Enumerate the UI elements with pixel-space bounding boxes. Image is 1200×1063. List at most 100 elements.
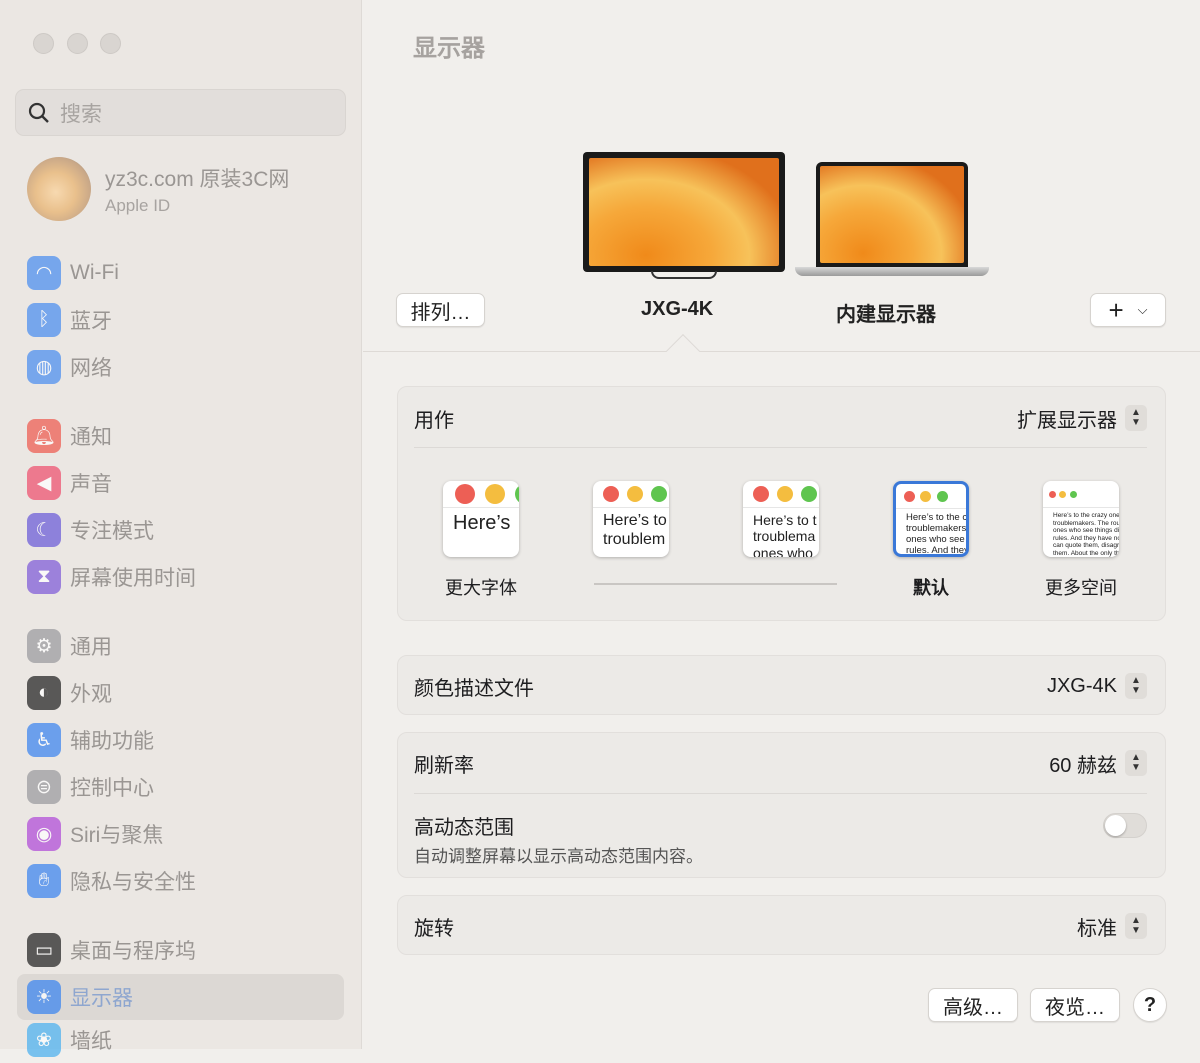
sample-text: Here’s to the crazy one troublemakers. T… xyxy=(1053,512,1119,557)
sidebar-item-label: 辅助功能 xyxy=(70,730,154,753)
external-display-jxg-4k[interactable] xyxy=(583,152,785,272)
color-profile-select[interactable]: JXG-4K ▲ ▼ xyxy=(1047,673,1147,699)
selected-display-pointer xyxy=(666,334,700,368)
sidebar-item[interactable]: ☾ 专注模式 xyxy=(17,507,344,553)
advanced-button[interactable]: 高级… xyxy=(928,988,1018,1022)
divider xyxy=(414,793,1147,794)
plus-icon: + xyxy=(1108,294,1124,325)
laptop-base xyxy=(795,267,989,276)
sidebar-item[interactable]: ▭ 桌面与程序坞 xyxy=(17,927,344,973)
night-shift-button[interactable]: 夜览… xyxy=(1030,988,1120,1022)
sidebar-item[interactable]: ᛒ 蓝牙 xyxy=(17,297,344,343)
resolution-option-label: 默认 xyxy=(913,578,949,598)
hourglass-icon: ⧗ xyxy=(27,560,61,594)
color-profile-label: 颜色描述文件 xyxy=(414,677,534,700)
sidebar-item[interactable]: ⚙ 通用 xyxy=(17,623,344,669)
sidebar-item-label: 隐私与安全性 xyxy=(70,871,196,894)
rotation-select[interactable]: 标准 ▲ ▼ xyxy=(1077,912,1147,941)
sidebar-item-label: Siri与聚焦 xyxy=(70,824,164,847)
hdr-description: 自动调整屏幕以显示高动态范围内容。 xyxy=(414,847,703,866)
sidebar-item[interactable]: ❀ 墙纸 xyxy=(17,1017,344,1063)
sun-icon: ☀ xyxy=(27,980,61,1014)
dot-red xyxy=(1048,490,1056,498)
bell-icon: 🔔︎ xyxy=(27,419,61,453)
dot-green xyxy=(1069,490,1077,498)
rotation-panel: 旋转 标准 ▲ ▼ xyxy=(397,895,1166,955)
globe-icon: ◍ xyxy=(27,350,61,384)
refresh-rate-label: 刷新率 xyxy=(414,754,474,777)
sidebar-item[interactable]: ◐ 外观 xyxy=(17,670,344,716)
arrange-button[interactable]: 排列… xyxy=(396,293,485,327)
resolution-option-label: 更大字体 xyxy=(445,578,517,598)
builtin-display[interactable] xyxy=(816,162,968,267)
chevron-down-icon: ⌵ xyxy=(1137,302,1148,317)
avatar xyxy=(27,157,91,221)
sample-text: Here’s to t troublema ones who xyxy=(753,512,817,557)
monitor-stand xyxy=(651,271,717,279)
zoom-window-button[interactable] xyxy=(100,33,121,54)
rotation-value: 标准 xyxy=(1077,917,1117,940)
sidebar-item[interactable]: ☀ 显示器 xyxy=(17,974,344,1020)
color-profile-value: JXG-4K xyxy=(1046,674,1117,697)
sample-text: Here’s to the cr troublemakers. ones who… xyxy=(906,512,969,556)
sidebar-item-label: 网络 xyxy=(70,357,112,380)
resolution-option[interactable]: Here’s xyxy=(443,481,519,557)
use-as-select[interactable]: 扩展显示器 ▲ ▼ xyxy=(1017,404,1147,433)
sidebar: 搜索 yz3c.com 原装3C网 Apple ID ◠ Wi-Fi ᛒ 蓝牙 ◍ 网络 🔔… xyxy=(0,0,362,1057)
sidebar-item[interactable]: 🔔︎ 通知 xyxy=(17,413,344,459)
dot-red xyxy=(603,486,619,503)
sidebar-item[interactable]: ✋︎ 隐私与安全性 xyxy=(17,858,344,904)
resolution-option-label: 更多空间 xyxy=(1045,578,1117,598)
wallpaper-icon: ❀ xyxy=(27,1023,61,1057)
search-placeholder: 搜索 xyxy=(60,102,102,126)
sidebar-item-label: 显示器 xyxy=(70,987,133,1010)
display-tab-builtin[interactable]: 内建显示器 xyxy=(836,298,936,327)
display-arrangement: 排列… JXG-4K 内建显示器 + ⌵ xyxy=(363,0,1200,368)
sidebar-item[interactable]: ◀ 声音 xyxy=(17,460,344,506)
display-tab-jxg-4k[interactable]: JXG-4K xyxy=(641,298,713,321)
siri-icon: ◉ xyxy=(27,817,61,851)
resolution-option[interactable]: Here’s to troublem xyxy=(593,481,669,557)
dot-yellow xyxy=(777,486,793,503)
refresh-hdr-panel: 刷新率 60 赫兹 ▲ ▼ 高动态范围 自动调整屏幕以显示高动态范围内容。 xyxy=(397,732,1166,878)
sidebar-item[interactable]: ♿︎ 辅助功能 xyxy=(17,717,344,763)
speaker-icon: ◀ xyxy=(27,466,61,500)
add-display-button[interactable]: + ⌵ xyxy=(1090,293,1166,327)
refresh-rate-select[interactable]: 60 赫兹 ▲ ▼ xyxy=(1049,749,1147,778)
dot-red xyxy=(455,484,475,505)
appearance-icon: ◐ xyxy=(27,676,61,710)
dot-yellow xyxy=(920,490,931,502)
search-input[interactable]: 搜索 xyxy=(15,89,346,136)
account-subtitle: Apple ID xyxy=(105,195,171,215)
dot-yellow xyxy=(1059,490,1066,498)
help-button[interactable]: ? xyxy=(1133,988,1167,1022)
sidebar-item[interactable]: ⊜ 控制中心 xyxy=(17,764,344,810)
stepper-icon: ▲ ▼ xyxy=(1125,913,1147,939)
rotation-label: 旋转 xyxy=(414,917,454,940)
close-window-button[interactable] xyxy=(33,33,54,54)
resolution-slider-track[interactable] xyxy=(594,583,837,585)
stepper-icon: ▲ ▼ xyxy=(1125,750,1147,776)
minimize-window-button[interactable] xyxy=(67,33,88,54)
wifi-icon: ◠ xyxy=(27,256,61,290)
sidebar-item[interactable]: ◠ Wi-Fi xyxy=(17,250,344,296)
hdr-toggle[interactable] xyxy=(1103,813,1147,838)
dot-red xyxy=(753,486,769,503)
resolution-option[interactable]: Here’s to t troublema ones who xyxy=(743,481,819,557)
divider xyxy=(414,447,1147,448)
sidebar-item[interactable]: ◉ Siri与聚焦 xyxy=(17,811,344,857)
resolution-option[interactable]: Here’s to the crazy one troublemakers. T… xyxy=(1043,481,1119,557)
sidebar-item[interactable]: ◍ 网络 xyxy=(17,344,344,390)
sidebar-item-label: 控制中心 xyxy=(70,777,154,800)
toggles-icon: ⊜ xyxy=(27,770,61,804)
accessibility-icon: ♿︎ xyxy=(27,723,61,757)
sidebar-item-label: 外观 xyxy=(70,683,112,706)
sidebar-item-label: 桌面与程序坞 xyxy=(70,940,196,963)
dot-green xyxy=(936,490,948,502)
dot-green xyxy=(801,486,817,503)
sidebar-item-label: 墙纸 xyxy=(70,1030,112,1053)
sidebar-item[interactable]: ⧗ 屏幕使用时间 xyxy=(17,554,344,600)
apple-id-account[interactable]: yz3c.com 原装3C网 Apple ID xyxy=(27,157,289,221)
resolution-option[interactable]: Here’s to the cr troublemakers. ones who… xyxy=(893,481,969,557)
dock-icon: ▭ xyxy=(27,933,61,967)
